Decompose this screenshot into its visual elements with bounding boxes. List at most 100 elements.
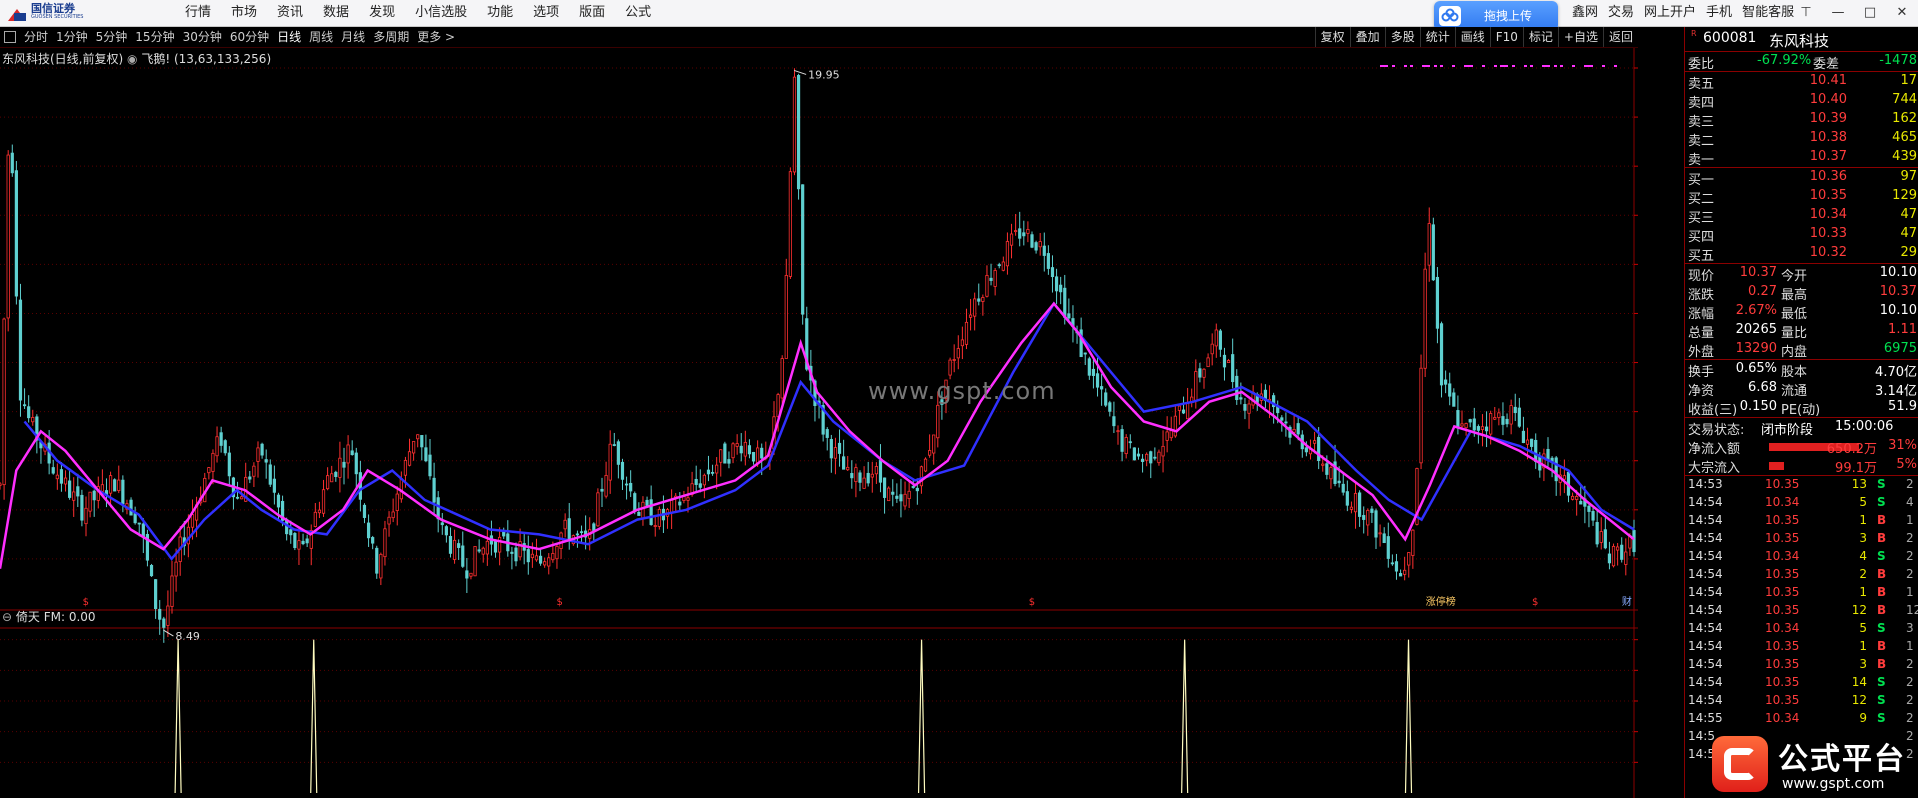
bid-row-1[interactable]: 买二 10.35 129 xyxy=(1685,187,1918,207)
period-tab-8[interactable]: 月线 xyxy=(337,27,369,47)
kline-chart[interactable]: 20.0019.0018.0017.0016.0015.0014.0013.00… xyxy=(0,48,1638,798)
right-menu-item-3[interactable]: 手机 xyxy=(1701,0,1737,26)
candle-body xyxy=(706,469,711,475)
indicator-name[interactable]: 飞鹅! xyxy=(141,52,170,66)
ask-row-4[interactable]: 卖一 10.37 439 xyxy=(1685,148,1918,168)
bid-row-0[interactable]: 买一 10.36 97 xyxy=(1685,168,1918,188)
candle-body xyxy=(600,488,604,492)
eye-icon[interactable]: ◉ xyxy=(127,52,137,66)
right-menu-item-2[interactable]: 网上开户 xyxy=(1639,0,1701,26)
period-tab-9[interactable]: 多周期 xyxy=(369,27,413,47)
menu-item-7[interactable]: 选项 xyxy=(523,0,569,26)
tool-button-2[interactable]: 多股 xyxy=(1384,27,1420,47)
menu-item-6[interactable]: 功能 xyxy=(477,0,523,26)
bid-price: 10.32 xyxy=(1809,245,1847,260)
period-tab-5[interactable]: 60分钟 xyxy=(226,27,273,47)
candle-body xyxy=(1087,358,1091,376)
menu-bar: 国信证券 GUOSEN SECURITIES 行情 市场 资讯 数据 发现 小信选股 功能选… xyxy=(0,0,1918,31)
quote-value: 20265 xyxy=(1735,322,1777,337)
period-tab-4[interactable]: 30分钟 xyxy=(179,27,226,47)
lower-indicator-title: ⊖ 倚天 FM: 0.00 xyxy=(2,608,96,625)
period-tab-10[interactable]: 更多 > xyxy=(413,27,459,47)
candle-body xyxy=(1579,500,1583,505)
gspt-logo-text: 公式平台 xyxy=(1778,742,1906,777)
quote-value2: 10.37 xyxy=(1879,284,1917,299)
candle-body xyxy=(887,487,891,502)
minimize-icon[interactable]: — xyxy=(1822,0,1854,26)
candle-body xyxy=(530,553,534,559)
tool-button-8[interactable]: 返回 xyxy=(1602,27,1638,47)
candle-body xyxy=(113,479,117,492)
right-menu-item-1[interactable]: 交易 xyxy=(1603,0,1639,26)
close-icon[interactable]: ✕ xyxy=(1886,0,1918,26)
period-tab-6[interactable]: 日线 xyxy=(273,27,305,47)
menu-item-9[interactable]: 公式 xyxy=(615,0,661,26)
candle-body xyxy=(31,417,35,423)
stock-name[interactable]: 东风科技 xyxy=(1769,30,1829,51)
tool-button-4[interactable]: 画线 xyxy=(1454,27,1490,47)
tick-price: 10.34 xyxy=(1765,621,1800,635)
candle-body xyxy=(723,443,727,464)
ask-book: 卖五 10.41 17 卖四 10.40 744 卖三 10.39 162 卖二 10.38 465 卖… xyxy=(1685,72,1918,168)
tool-button-5[interactable]: F10 xyxy=(1489,27,1523,47)
candle-body xyxy=(452,539,457,560)
ask-row-0[interactable]: 卖五 10.41 17 xyxy=(1685,72,1918,92)
candle-body xyxy=(801,184,805,315)
pin-icon[interactable]: ⊤ xyxy=(1790,0,1822,26)
tool-button-3[interactable]: 统计 xyxy=(1419,27,1455,47)
ask-row-3[interactable]: 卖二 10.38 465 xyxy=(1685,129,1918,149)
menu-item-3[interactable]: 数据 xyxy=(313,0,359,26)
candle-body xyxy=(420,435,424,448)
tick-count: 4 xyxy=(1906,495,1914,509)
candle-body xyxy=(432,477,436,503)
ask-row-2[interactable]: 卖三 10.39 162 xyxy=(1685,110,1918,130)
candle-body xyxy=(346,444,350,464)
menu-item-5[interactable]: 小信选股 xyxy=(405,0,477,26)
tool-button-7[interactable]: +自选 xyxy=(1557,27,1603,47)
candle-body xyxy=(1562,475,1566,480)
ask-row-1[interactable]: 卖四 10.40 744 xyxy=(1685,91,1918,111)
menu-item-4[interactable]: 发现 xyxy=(359,0,405,26)
tool-button-6[interactable]: 标记 xyxy=(1522,27,1558,47)
tool-button-0[interactable]: 复权 xyxy=(1314,27,1350,47)
candle-body xyxy=(1161,445,1165,457)
candle-body xyxy=(526,549,530,563)
period-tab-3[interactable]: 15分钟 xyxy=(131,27,178,47)
bid-row-3[interactable]: 买四 10.33 47 xyxy=(1685,225,1918,245)
signal-dot xyxy=(1470,65,1473,67)
tick-volume: 3 xyxy=(1859,531,1867,545)
menu-item-8[interactable]: 版面 xyxy=(569,0,615,26)
period-tab-1[interactable]: 1分钟 xyxy=(52,27,92,47)
candle-body xyxy=(330,473,334,483)
flow-pct: 5% xyxy=(1896,457,1917,472)
candle-body xyxy=(1239,397,1243,400)
tick-time: 14:55 xyxy=(1688,711,1723,725)
stock-code[interactable]: 600081 xyxy=(1703,30,1756,46)
period-tab-7[interactable]: 周线 xyxy=(305,27,337,47)
menu-item-2[interactable]: 资讯 xyxy=(267,0,313,26)
period-tab-0[interactable]: 分时 xyxy=(20,27,52,47)
tool-button-1[interactable]: 叠加 xyxy=(1349,27,1385,47)
candle-body xyxy=(1100,386,1104,390)
candle-body xyxy=(1022,232,1026,237)
candle-body xyxy=(59,469,64,484)
right-menu-item-0[interactable]: 鑫网 xyxy=(1567,0,1603,26)
broker-logo[interactable]: 国信证券 GUOSEN SECURITIES xyxy=(8,3,83,23)
signal-dot xyxy=(1380,65,1388,67)
maximize-icon[interactable]: □ xyxy=(1854,0,1886,26)
tick-row-9: 14:54 10.35 1 B 1 xyxy=(1685,638,1918,656)
candle-body xyxy=(907,490,911,500)
quote-value2: 10.10 xyxy=(1879,303,1917,318)
candle-body xyxy=(1226,360,1231,363)
menu-item-1[interactable]: 市场 xyxy=(221,0,267,26)
bid-row-2[interactable]: 买三 10.34 47 xyxy=(1685,206,1918,226)
bid-row-4[interactable]: 买五 10.32 29 xyxy=(1685,244,1918,264)
candle-body xyxy=(1312,440,1317,444)
collapse-icon[interactable]: ⊖ xyxy=(2,610,12,624)
candle-body xyxy=(780,358,784,399)
panel-toggle-icon[interactable] xyxy=(4,31,16,43)
candle-body xyxy=(1116,430,1120,433)
tick-list[interactable]: 14:53 10.35 13 S 2 14:54 10.34 5 S 4 14:54 10.35 1 B 1… xyxy=(1685,476,1918,764)
period-tab-2[interactable]: 5分钟 xyxy=(92,27,132,47)
menu-item-0[interactable]: 行情 xyxy=(175,0,221,26)
